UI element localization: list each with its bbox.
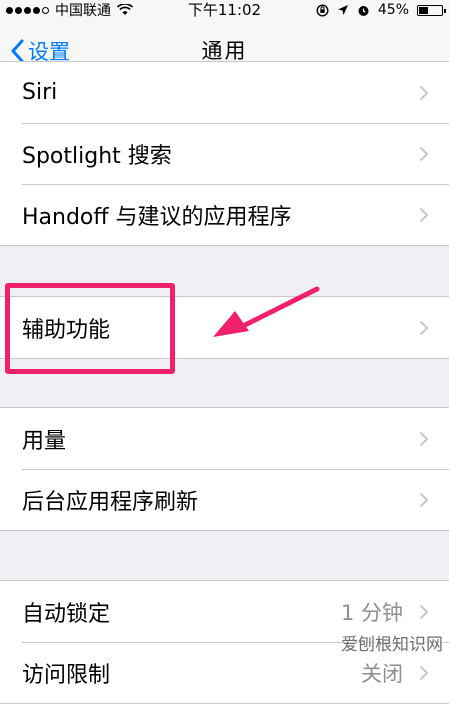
settings-group-3: 用量 后台应用程序刷新 <box>0 407 449 531</box>
background-app-refresh-cell[interactable]: 后台应用程序刷新 <box>0 469 449 530</box>
status-bar: 中国联通 下午11:02 45% <box>0 0 449 20</box>
handoff-cell[interactable]: Handoff 与建议的应用程序 <box>0 184 449 245</box>
chevron-right-icon <box>419 665 429 680</box>
alarm-icon <box>358 5 369 16</box>
highlight-box <box>5 283 175 374</box>
cell-label: Siri <box>22 80 58 105</box>
battery-icon <box>417 4 446 16</box>
settings-group-1: Siri Spotlight 搜索 Handoff 与建议的应用程序 <box>0 61 449 246</box>
cell-label: 后台应用程序刷新 <box>22 489 199 515</box>
chevron-right-icon <box>419 146 429 161</box>
chevron-right-icon <box>419 431 429 446</box>
siri-cell[interactable]: Siri <box>0 62 449 123</box>
status-right: 45% <box>316 0 446 20</box>
spotlight-search-cell[interactable]: Spotlight 搜索 <box>0 123 449 184</box>
battery-percent: 45% <box>377 2 409 18</box>
cell-label: 访问限制 <box>22 662 111 688</box>
location-arrow-icon <box>337 5 348 15</box>
cell-value: 关闭 <box>361 661 403 686</box>
cell-label: Handoff 与建议的应用程序 <box>22 204 292 230</box>
annotation-arrow-icon <box>213 286 320 337</box>
usage-cell[interactable]: 用量 <box>0 408 449 469</box>
cell-label: 用量 <box>22 428 67 454</box>
rotation-lock-icon <box>316 3 329 17</box>
cell-label: Spotlight 搜索 <box>22 143 172 169</box>
cell-value: 1 分钟 <box>340 600 403 625</box>
watermark: 爱刨根知识网 <box>341 630 443 655</box>
chevron-right-icon <box>419 85 429 100</box>
cell-label: 自动锁定 <box>22 601 111 627</box>
chevron-right-icon <box>419 492 429 507</box>
chevron-right-icon <box>419 207 429 222</box>
chevron-right-icon <box>419 604 429 619</box>
chevron-right-icon <box>419 320 429 335</box>
